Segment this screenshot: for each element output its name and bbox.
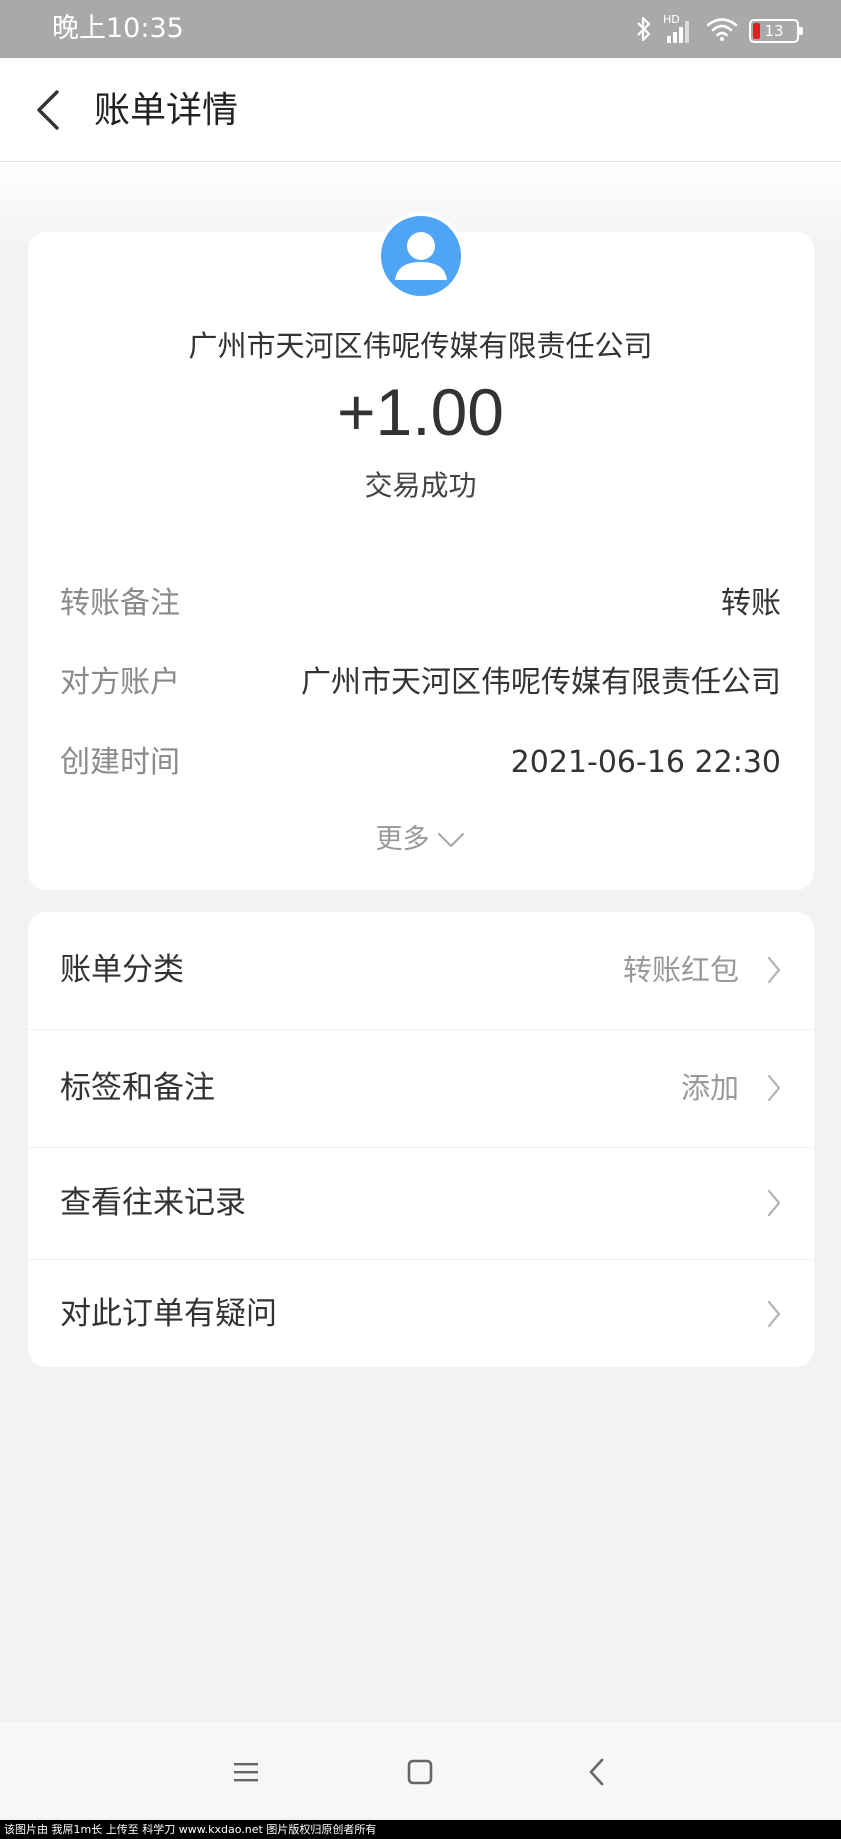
chevron-right-icon [762,1067,786,1109]
menu-button[interactable] [222,1748,270,1796]
home-icon [407,1759,433,1785]
detail-label-account: 对方账户 [60,665,180,700]
chevron-right-icon [762,949,786,991]
detail-label-remark: 转账备注 [60,586,180,621]
status-time: 晚上10:35 [52,13,184,44]
detail-label-created: 创建时间 [60,745,180,780]
chevron-down-icon [437,832,464,848]
transaction-status: 交易成功 [364,469,477,502]
home-button[interactable] [396,1748,444,1796]
battery-icon: 13 [749,19,803,43]
chevron-right-icon [762,1182,786,1224]
options-card: 账单分类 转账红包 标签和备注 添加 查看往来记录 对此订单有疑问 [28,912,814,1367]
menu-icon [234,1763,258,1782]
chevron-right-icon [762,1293,786,1335]
system-back-button[interactable] [573,1748,621,1796]
status-icons: HD 13 [635,13,803,47]
transaction-amount: +1.00 [337,375,504,449]
navigation-bar: 账单详情 [0,58,841,162]
menu-item-bill-category[interactable]: 账单分类 转账红包 [28,912,814,1029]
wifi-icon [705,16,739,46]
battery-level: 13 [764,22,784,40]
avatar[interactable] [377,212,465,300]
menu-value: 添加 [680,1071,739,1105]
menu-value: 转账红包 [622,953,739,987]
menu-label: 查看往来记录 [60,1185,246,1221]
menu-item-view-history[interactable]: 查看往来记录 [28,1148,814,1259]
detail-value-created: 2021-06-16 22:30 [510,745,781,780]
detail-value-account: 广州市天河区伟呢传媒有限责任公司 [301,665,781,700]
counterparty-name: 广州市天河区伟呢传媒有限责任公司 [188,329,653,363]
cellular-signal-icon: HD [663,13,695,45]
detail-value-remark: 转账 [721,586,781,621]
person-icon [395,232,447,280]
back-icon [589,1758,604,1786]
battery-fill [753,23,760,39]
menu-label: 对此订单有疑问 [60,1296,277,1332]
more-label: 更多 [375,824,430,855]
menu-label: 账单分类 [60,952,184,988]
back-button[interactable] [22,84,74,136]
chevron-left-icon [37,90,59,130]
battery-cap [799,27,803,35]
watermark-footer: 该图片由 我屌1m长 上传至 科学刀 www.kxdao.net 图片版权归原创… [0,1820,841,1839]
status-bar: 晚上10:35 HD 13 [0,0,841,58]
more-toggle[interactable]: 更多 [0,822,841,858]
bluetooth-icon [635,15,653,47]
page-title: 账单详情 [94,90,239,131]
menu-item-tags-notes[interactable]: 标签和备注 添加 [28,1030,814,1147]
menu-item-order-question[interactable]: 对此订单有疑问 [28,1260,814,1367]
menu-label: 标签和备注 [60,1070,215,1106]
system-navigation-bar [0,1722,841,1818]
